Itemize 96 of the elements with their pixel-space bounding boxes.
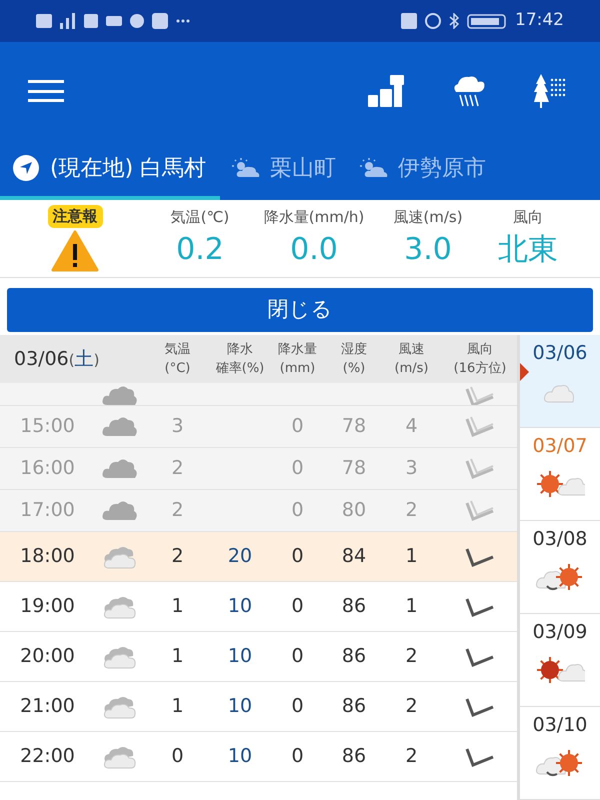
wind-direction-icon	[465, 498, 495, 522]
day-date: 03/07	[532, 434, 588, 459]
column-header: 湿度 (%)	[340, 341, 368, 378]
column-header: 風速 (m/s)	[394, 341, 430, 378]
wind-speed-cell-text: 4	[404, 414, 419, 440]
close-button[interactable]: 閉じる	[7, 288, 593, 332]
wind-speed-cell-text: 2	[404, 644, 419, 670]
rain-cloud-icon[interactable]	[452, 74, 486, 108]
cloud-then-sun-icon	[535, 562, 585, 592]
humidity-cell-text: 86	[340, 744, 368, 770]
temperature-cell-text: 2	[170, 544, 185, 570]
time-cell-text: 16:00	[19, 456, 76, 482]
humidity-cell-text: 86	[340, 594, 368, 620]
precip-amount-cell-text: 0	[290, 456, 305, 482]
stat-label: 気温(℃)	[170, 207, 230, 228]
precip-chance-cell-text: 10	[226, 694, 254, 720]
temperature-cell-text: 3	[170, 414, 185, 440]
time-cell-text: 17:00	[19, 498, 76, 524]
time-cell-text: 22:00	[19, 744, 76, 770]
warning-icon	[51, 230, 99, 272]
time-cell-text: 18:00	[19, 544, 76, 570]
stat-value: 3.0	[404, 230, 452, 269]
stat-value: 0.0	[290, 230, 338, 269]
day-date: 03/08	[532, 527, 588, 552]
app-icon	[106, 16, 122, 26]
stat-label: 風向	[513, 207, 543, 228]
wind-speed-cell-text: 3	[404, 456, 419, 482]
time-cell-text: 15:00	[19, 414, 76, 440]
time-cell-text: 20:00	[19, 644, 76, 670]
humidity-cell-text: 78	[340, 456, 368, 482]
day-date: 03/10	[532, 713, 588, 738]
alert-badge: 注意報	[48, 205, 102, 228]
humidity-cell-text: 80	[340, 498, 368, 524]
precip-chance-cell-text: 10	[226, 644, 254, 670]
pointer-icon	[520, 363, 529, 381]
stat-value: 北東	[498, 230, 558, 269]
battery-icon	[467, 14, 507, 28]
humidity-cell-text: 78	[340, 414, 368, 440]
sun-cloud-icon	[232, 158, 260, 178]
precip-amount-cell-text: 0	[290, 544, 305, 570]
wind-direction-icon	[465, 414, 495, 438]
precip-amount-cell-text: 0	[290, 414, 305, 440]
precip-chance-cell-text: 10	[226, 594, 254, 620]
column-header: 気温 (°C)	[164, 341, 192, 378]
temperature-cell-text: 2	[170, 498, 185, 524]
precip-amount-cell-text: 0	[290, 594, 305, 620]
precip-amount-cell-text: 0	[290, 644, 305, 670]
wind-speed-cell-text: 2	[404, 694, 419, 720]
menu-icon[interactable]	[28, 80, 64, 102]
more-icon	[176, 19, 190, 23]
stat-label: 風速(m/s)	[393, 207, 463, 228]
clock-time: 17:42	[515, 9, 564, 32]
humidity-cell-text: 86	[340, 694, 368, 720]
snow-depth-icon[interactable]	[368, 75, 404, 107]
precip-chance-cell-text: 20	[226, 544, 254, 570]
wind-direction-icon	[465, 456, 495, 480]
app-icon	[84, 14, 98, 28]
temperature-cell-text: 1	[170, 594, 185, 620]
cloud-then-sun-icon	[535, 748, 585, 778]
temperature-cell-text: 1	[170, 694, 185, 720]
tree-snow-icon[interactable]	[534, 74, 566, 108]
stat-value: 0.2	[176, 230, 224, 269]
date-label: 03/06(土)	[13, 346, 100, 372]
column-header: 降水量 (mm)	[277, 341, 318, 378]
temperature-cell-text: 1	[170, 644, 185, 670]
precip-chance-cell-text: 10	[226, 744, 254, 770]
wind-speed-cell-text: 2	[404, 744, 419, 770]
stat-label: 降水量(mm/h)	[264, 207, 364, 228]
location-tab[interactable]: (現在地) 白馬村	[0, 140, 220, 200]
humidity-cell-text: 86	[340, 644, 368, 670]
column-header: 風向 (16方位)	[452, 341, 508, 378]
hour-row[interactable]: 18:00 2 20 0 84 1	[0, 532, 517, 582]
precip-amount-cell-text: 0	[290, 694, 305, 720]
temperature-cell-text: 2	[170, 456, 185, 482]
sun-cloud-icon	[535, 654, 585, 684]
wind-speed-cell-text: 1	[404, 594, 419, 620]
precip-amount-cell-text: 0	[290, 498, 305, 524]
day-date: 03/09	[532, 620, 588, 645]
wind-speed-cell-text: 2	[404, 498, 419, 524]
humidity-cell-text: 84	[340, 544, 368, 570]
day-item[interactable]: 03/06	[520, 335, 600, 428]
signal-icon	[60, 13, 76, 29]
sun-cloud-icon	[535, 468, 585, 498]
temperature-cell-text: 0	[170, 744, 185, 770]
time-cell-text: 19:00	[19, 594, 76, 620]
wind-direction-icon	[465, 385, 495, 405]
precip-amount-cell-text: 0	[290, 744, 305, 770]
column-header: 降水 確率(%)	[214, 341, 266, 378]
navigation-icon	[12, 154, 40, 182]
app-icon	[152, 13, 168, 29]
bluetooth-icon	[449, 13, 459, 29]
time-cell-text: 21:00	[19, 694, 76, 720]
day-date: 03/06	[532, 341, 588, 366]
alarm-icon	[425, 13, 441, 29]
wind-speed-cell-text: 1	[404, 544, 419, 570]
sun-cloud-icon	[360, 158, 388, 178]
